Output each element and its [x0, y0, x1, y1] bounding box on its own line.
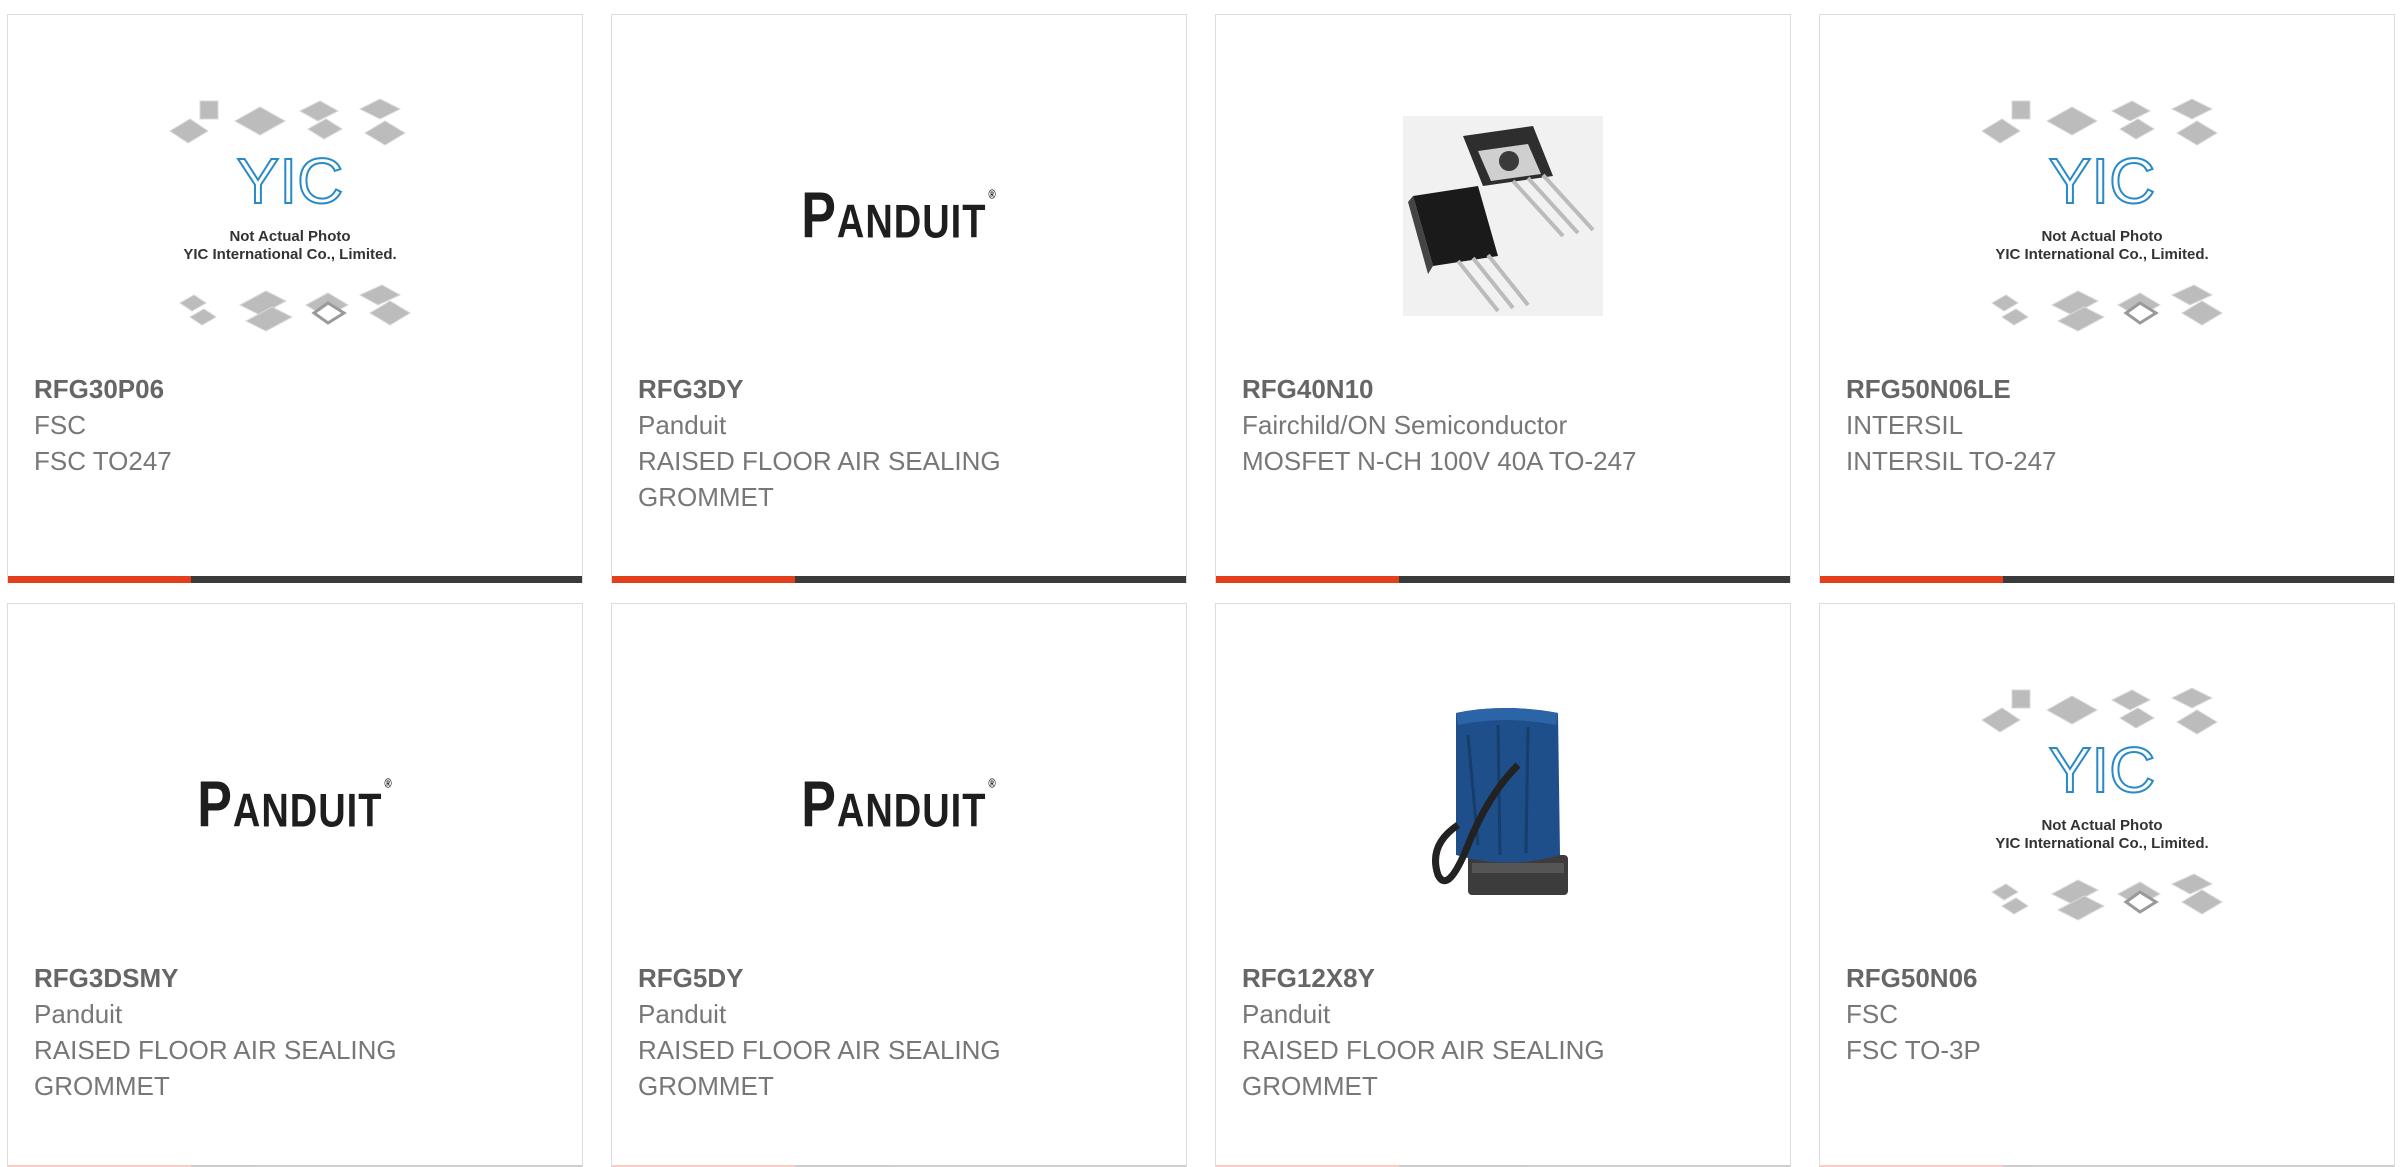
description: INTERSIL TO-247: [1846, 446, 2057, 476]
description: FSC TO-3P: [1846, 1035, 1981, 1065]
yic-placeholder-image: YIC Not Actual Photo YIC International C…: [1981, 687, 2223, 921]
product-image: [1216, 659, 1790, 951]
description: MOSFET N-CH 100V 40A TO-247: [1242, 446, 1637, 476]
manufacturer: Panduit: [638, 999, 727, 1029]
yic-placeholder-image: YIC Not Actual Photo YIC International C…: [169, 98, 411, 332]
card-bottom-bar: [8, 576, 582, 583]
product-card[interactable]: YIC Not Actual Photo YIC International C…: [7, 14, 583, 583]
product-card[interactable]: P ANDUIT ® RFG5DY Panduit RAISED FLOOR AIR…: [611, 603, 1187, 1167]
manufacturer: Panduit: [1242, 999, 1331, 1029]
manufacturer: Fairchild/ON Semiconductor: [1242, 410, 1568, 440]
part-number[interactable]: RFG40N10: [1242, 371, 1672, 407]
part-number[interactable]: RFG50N06: [1846, 960, 2276, 996]
panduit-logo: P ANDUIT ®: [197, 768, 393, 842]
svg-text:Not Actual Photo: Not Actual Photo: [2041, 817, 2162, 834]
product-image: P ANDUIT ®: [8, 659, 582, 951]
card-bottom-bar: [1820, 576, 2394, 583]
card-bottom-bar: [612, 576, 1186, 583]
manufacturer: FSC: [1846, 999, 1898, 1029]
panduit-logo: P ANDUIT ®: [801, 768, 997, 842]
card-bottom-bar: [1216, 576, 1790, 583]
svg-text:Not Actual Photo: Not Actual Photo: [229, 228, 350, 245]
description: RAISED FLOOR AIR SEALING GROMMET: [638, 446, 1001, 512]
product-card[interactable]: YIC Not Actual Photo YIC International C…: [1819, 14, 2395, 583]
description: FSC TO247: [34, 446, 172, 476]
part-number[interactable]: RFG12X8Y: [1242, 960, 1672, 996]
svg-text:YIC International Co., Limited: YIC International Co., Limited.: [1995, 835, 2208, 852]
manufacturer: Panduit: [34, 999, 123, 1029]
panduit-logo: P ANDUIT ®: [801, 179, 997, 253]
svg-text:YIC: YIC: [237, 145, 344, 217]
product-card[interactable]: RFG12X8Y Panduit RAISED FLOOR AIR SEALIN…: [1215, 603, 1791, 1167]
svg-text:Not Actual Photo: Not Actual Photo: [2041, 228, 2162, 245]
description: RAISED FLOOR AIR SEALING GROMMET: [1242, 1035, 1605, 1101]
product-image: P ANDUIT ®: [612, 70, 1186, 362]
part-number[interactable]: RFG30P06: [34, 371, 464, 407]
product-card[interactable]: P ANDUIT ® RFG3DSMY Panduit RAISED FLOOR A…: [7, 603, 583, 1167]
product-image: YIC Not Actual Photo YIC International C…: [8, 70, 582, 362]
manufacturer: INTERSIL: [1846, 410, 1964, 440]
description: RAISED FLOOR AIR SEALING GROMMET: [638, 1035, 1001, 1101]
part-number[interactable]: RFG50N06LE: [1846, 371, 2276, 407]
product-card[interactable]: YIC Not Actual Photo YIC International C…: [1819, 603, 2395, 1167]
manufacturer: Panduit: [638, 410, 727, 440]
part-number[interactable]: RFG3DY: [638, 371, 1068, 407]
part-number[interactable]: RFG5DY: [638, 960, 1068, 996]
product-grid: YIC Not Actual Photo YIC International C…: [0, 0, 2400, 1167]
product-image: P ANDUIT ®: [612, 659, 1186, 951]
product-image: YIC Not Actual Photo YIC International C…: [1820, 70, 2394, 362]
product-card[interactable]: RFG40N10 Fairchild/ON Semiconductor MOSF…: [1215, 14, 1791, 583]
blue-grommet-image: [1432, 708, 1568, 895]
manufacturer: FSC: [34, 410, 86, 440]
svg-text:YIC International Co., Limited: YIC International Co., Limited.: [1995, 246, 2208, 263]
product-image: YIC Not Actual Photo YIC International C…: [1820, 659, 2394, 951]
yic-placeholder-image: YIC Not Actual Photo YIC International C…: [1981, 98, 2223, 332]
product-image: [1216, 70, 1790, 362]
svg-text:YIC: YIC: [2049, 145, 2156, 217]
product-card[interactable]: P ANDUIT ® RFG3DY Panduit RAISED FLOOR AIR…: [611, 14, 1187, 583]
to247-transistor-image: [1403, 116, 1603, 316]
description: RAISED FLOOR AIR SEALING GROMMET: [34, 1035, 397, 1101]
svg-text:YIC: YIC: [2049, 734, 2156, 806]
svg-text:YIC International Co., Limited: YIC International Co., Limited.: [183, 246, 396, 263]
part-number[interactable]: RFG3DSMY: [34, 960, 464, 996]
